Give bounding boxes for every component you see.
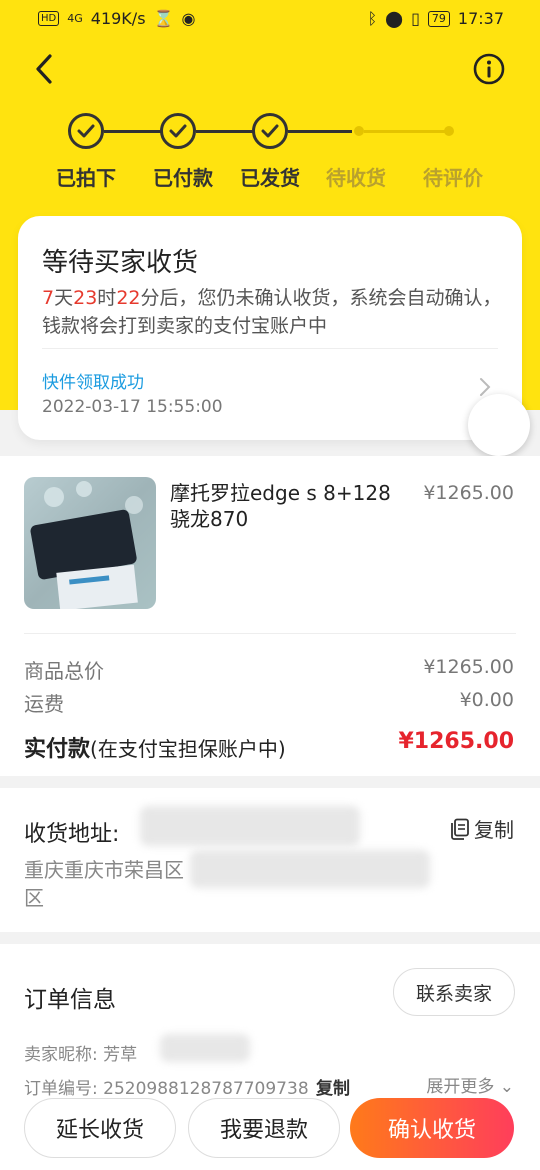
product-image[interactable]: [24, 477, 156, 609]
product-price: ¥1265.00: [423, 482, 514, 504]
progress-line: [196, 130, 254, 133]
step-label: 已发货: [240, 166, 300, 190]
info-button[interactable]: [472, 52, 506, 86]
clock-time: 17:37: [457, 9, 504, 28]
network-indicator: 4G: [67, 12, 83, 25]
bottom-action-bar: 延长收货 我要退款 确认收货: [0, 1088, 540, 1170]
progress-line-pending: [364, 130, 448, 133]
battery-icon: 79: [427, 10, 450, 27]
order-section: 摩托罗拉edge s 8+128骁龙870 ¥1265.00 商品总价 ¥126…: [0, 456, 540, 776]
copy-address-button[interactable]: 复制: [450, 814, 514, 843]
divider: [24, 633, 516, 634]
countdown-minutes: 22: [116, 287, 141, 309]
info-icon: [473, 53, 505, 85]
address-label: 收货地址:: [24, 822, 120, 847]
contact-seller-button[interactable]: 联系卖家: [393, 968, 515, 1016]
redacted-name: [140, 806, 360, 846]
copy-icon: [451, 818, 469, 840]
status-bar: HD 4G 419K/s ⌛ ◉ ᛒ ⬤ ▯ 79 17:37: [0, 0, 540, 38]
hd-badge: HD: [38, 11, 60, 26]
countdown-hours: 23: [73, 287, 98, 309]
redacted-seller: [160, 1034, 250, 1062]
step-label: 待收货: [326, 166, 386, 190]
shield-icon: ◉: [181, 9, 196, 28]
step-label: 已付款: [153, 166, 213, 190]
step-check-icon: [68, 113, 104, 149]
product-title[interactable]: 摩托罗拉edge s 8+128骁龙870: [170, 480, 410, 532]
progress-line: [104, 130, 162, 133]
hourglass-icon: ⌛: [153, 9, 174, 28]
redacted-address: [190, 850, 430, 888]
subtotal-label: 商品总价: [24, 659, 104, 683]
location-icon: ⬤: [385, 9, 404, 28]
step-check-icon: [252, 113, 288, 149]
step-check-icon: [160, 113, 196, 149]
status-card[interactable]: 等待买家收货 7天23时22分后，您仍未确认收货，系统会自动确认，钱款将会打到卖…: [18, 216, 522, 440]
copy-label: 复制: [474, 818, 514, 842]
countdown-hours-unit: 时: [97, 287, 117, 309]
paid-label: 实付款(在支付宝担保账户中): [24, 731, 286, 763]
paid-label-note: (在支付宝担保账户中): [90, 737, 286, 761]
address-line-1: 重庆重庆市荣昌区: [24, 858, 184, 882]
subtotal-value: ¥1265.00: [423, 656, 514, 678]
order-progress: 已拍下 已付款 已发货 待收货 待评价: [0, 112, 540, 192]
step-label: 已拍下: [56, 166, 116, 190]
shipping-fee-value: ¥0.00: [459, 689, 514, 711]
refund-button[interactable]: 我要退款: [188, 1098, 340, 1158]
shipping-fee-label: 运费: [24, 692, 64, 716]
extend-receipt-button[interactable]: 延长收货: [24, 1098, 176, 1158]
address-section: 收货地址: 复制 重庆重庆市荣昌区 区: [0, 788, 540, 932]
status-title: 等待买家收货: [42, 248, 199, 278]
network-speed: 419K/s: [90, 9, 146, 28]
progress-line: [288, 130, 352, 133]
status-description: 7天23时22分后，您仍未确认收货，系统会自动确认，钱款将会打到卖家的支付宝账户…: [42, 284, 502, 340]
step-label: 待评价: [423, 166, 483, 190]
confirm-receipt-button[interactable]: 确认收货: [350, 1098, 514, 1158]
bluetooth-icon: ᛒ: [367, 9, 378, 28]
step-pending-dot: [354, 126, 364, 136]
address-line-2: 区: [24, 886, 44, 910]
divider: [42, 348, 498, 349]
order-info-title: 订单信息: [24, 987, 116, 1013]
step-pending-dot: [444, 126, 454, 136]
paid-label-main: 实付款: [24, 737, 91, 762]
seller-nickname: 卖家昵称: 芳草: [24, 1045, 138, 1065]
shipping-status: 快件领取成功: [42, 373, 144, 393]
countdown-days-unit: 天: [54, 287, 74, 309]
back-button[interactable]: [30, 52, 60, 86]
floating-button[interactable]: [468, 394, 530, 456]
vibrate-icon: ▯: [411, 9, 420, 28]
shipping-time: 2022-03-17 15:55:00: [42, 397, 223, 417]
paid-value: ¥1265.00: [398, 729, 514, 754]
countdown-days: 7: [42, 287, 55, 309]
chevron-left-icon: [36, 54, 52, 84]
